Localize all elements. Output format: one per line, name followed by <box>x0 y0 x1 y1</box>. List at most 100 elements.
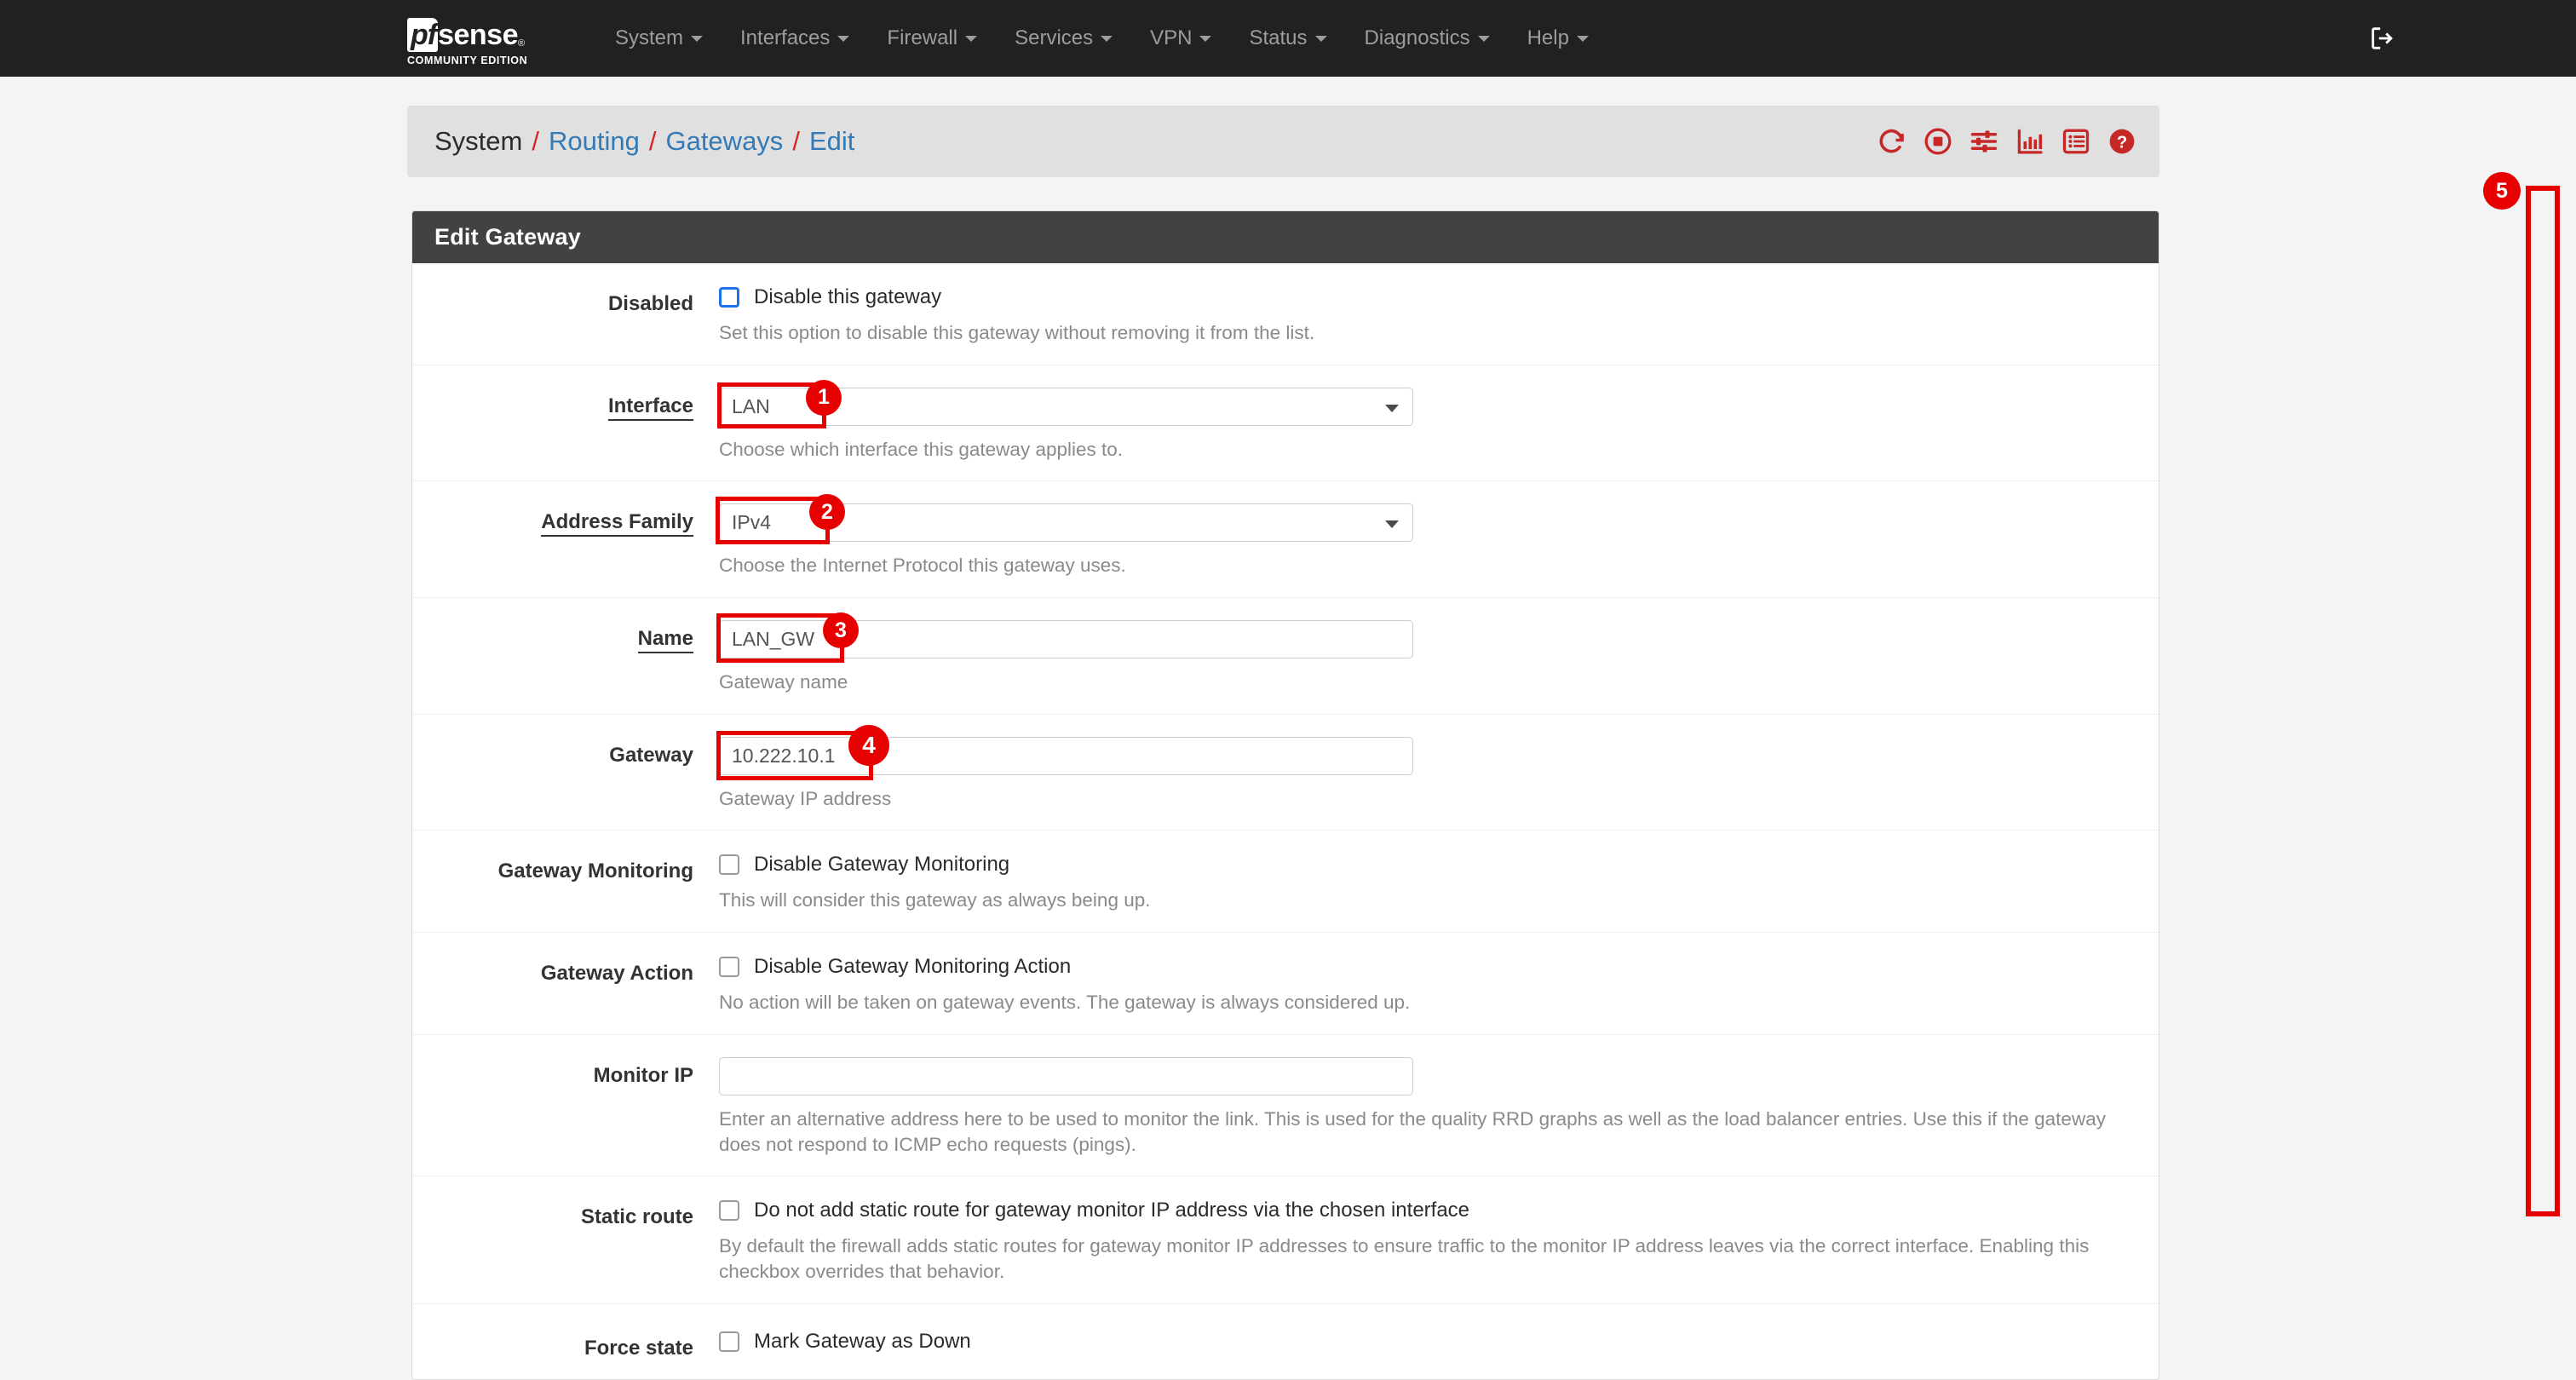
help-gateway-action: No action will be taken on gateway event… <box>719 992 1411 1014</box>
help-static-route: By default the firewall adds static rout… <box>719 1235 2090 1282</box>
field-force-state: Mark Gateway as Down <box>719 1330 2159 1360</box>
gateway-ip-input[interactable]: 10.222.10.1 <box>719 736 1413 775</box>
nav-item-label: Diagnostics <box>1364 26 1470 49</box>
form-row-static-route: Static route Do not add static route for… <box>412 1176 2159 1304</box>
field-gateway-action: Disable Gateway Monitoring Action No act… <box>719 955 2159 1015</box>
help-gateway-monitoring: This will consider this gateway as alway… <box>719 889 1151 911</box>
label-static-route: Static route <box>580 1205 693 1229</box>
disable-gateway-checkbox-label[interactable]: Disable this gateway <box>754 285 941 309</box>
field-name: LAN_GW 3 Gateway name <box>716 612 2159 695</box>
nav-item-help[interactable]: Help <box>1509 0 1607 77</box>
nav-item-firewall[interactable]: Firewall <box>868 0 996 77</box>
help-interface: Choose which interface this gateway appl… <box>719 438 1124 460</box>
navbar-menu: System Interfaces Firewall Services VPN … <box>596 0 1607 77</box>
field-interface: LAN 1 Choose which interface this gatewa… <box>717 379 2159 463</box>
nav-item-status[interactable]: Status <box>1230 0 1345 77</box>
static-route-checkbox[interactable] <box>719 1200 739 1222</box>
nav-item-interfaces[interactable]: Interfaces <box>722 0 868 77</box>
disable-gateway-monitoring-label[interactable]: Disable Gateway Monitoring <box>754 853 1009 877</box>
address-family-select[interactable]: IPv4 <box>719 503 1413 543</box>
restart-refresh-icon[interactable] <box>1877 126 1907 157</box>
form-row-gateway: Gateway 10.222.10.1 4 Gateway IP address <box>412 715 2159 831</box>
nav-item-services[interactable]: Services <box>996 0 1131 77</box>
help-gateway: Gateway IP address <box>719 787 892 809</box>
chevron-down-icon <box>1199 35 1212 42</box>
field-disabled: Disable this gateway Set this option to … <box>719 285 2159 346</box>
mark-gateway-down-label[interactable]: Mark Gateway as Down <box>754 1330 971 1354</box>
breadcrumb-separator: / <box>648 126 657 156</box>
nav-item-diagnostics[interactable]: Diagnostics <box>1346 0 1509 77</box>
field-gateway: 10.222.10.1 4 Gateway IP address <box>716 724 2159 812</box>
field-monitor-ip: Enter an alternative address here to be … <box>719 1056 2159 1157</box>
help-question-icon[interactable]: ? <box>2107 126 2137 157</box>
gateway-name-value: LAN_GW <box>732 628 815 651</box>
label-force-state: Force state <box>584 1336 693 1360</box>
label-gateway-action: Gateway Action <box>540 962 693 986</box>
label-address-family: Address Family <box>412 503 719 578</box>
brand-sense-text: sense <box>438 18 518 51</box>
help-address-family: Choose the Internet Protocol this gatewa… <box>719 555 1126 577</box>
interface-select[interactable]: LAN <box>719 387 1413 426</box>
checkbox-line-disabled: Disable this gateway <box>719 285 2125 309</box>
breadcrumb-toolbar: ? <box>1877 126 2159 157</box>
sliders-settings-icon[interactable] <box>1969 126 1999 157</box>
field-static-route: Do not add static route for gateway moni… <box>719 1199 2159 1284</box>
brand-pf-mark: pf <box>407 17 439 52</box>
annotation-box-5 <box>2526 186 2560 1216</box>
mark-gateway-down-checkbox[interactable] <box>719 1331 739 1352</box>
breadcrumb-items: System / Routing / Gateways / Edit <box>407 126 854 157</box>
breadcrumb-separator: / <box>792 126 800 156</box>
breadcrumb-item-edit[interactable]: Edit <box>809 126 854 157</box>
chevron-down-icon <box>965 35 978 42</box>
nav-item-label: Interfaces <box>740 26 831 49</box>
brand-registered-mark: ® <box>518 37 526 49</box>
address-family-select-value: IPv4 <box>732 511 772 534</box>
monitor-ip-input[interactable] <box>719 1056 1413 1095</box>
disable-gateway-monitoring-action-checkbox[interactable] <box>719 957 739 978</box>
form-row-gateway-monitoring: Gateway Monitoring Disable Gateway Monit… <box>412 831 2159 934</box>
checkbox-line-gateway-monitoring: Disable Gateway Monitoring <box>719 853 2125 877</box>
nav-item-label: Services <box>1015 26 1094 49</box>
bar-chart-icon[interactable] <box>2015 126 2045 157</box>
brand-logo-row: pf sense ® <box>407 17 526 52</box>
svg-text:?: ? <box>2117 134 2127 152</box>
nav-item-system[interactable]: System <box>596 0 722 77</box>
field-gateway-monitoring: Disable Gateway Monitoring This will con… <box>719 853 2159 913</box>
chevron-down-icon <box>1385 404 1399 412</box>
brand-subtitle: COMMUNITY EDITION <box>407 54 528 66</box>
nav-item-label: Status <box>1249 26 1308 49</box>
list-view-icon[interactable] <box>2061 126 2091 157</box>
checkbox-line-gateway-action: Disable Gateway Monitoring Action <box>719 955 2125 979</box>
breadcrumb-separator: / <box>532 126 539 156</box>
static-route-checkbox-label[interactable]: Do not add static route for gateway moni… <box>754 1199 1469 1222</box>
gateway-ip-value: 10.222.10.1 <box>732 744 836 767</box>
chevron-down-icon <box>691 35 704 42</box>
breadcrumb: System / Routing / Gateways / Edit ? <box>407 106 2159 177</box>
disable-gateway-checkbox[interactable] <box>719 287 739 308</box>
disable-gateway-monitoring-checkbox[interactable] <box>719 854 739 876</box>
logout-icon[interactable] <box>2368 24 2397 53</box>
panel-title: Edit Gateway <box>412 211 2159 263</box>
edit-gateway-panel: Edit Gateway Disabled Disable this gatew… <box>411 210 2159 1380</box>
chevron-down-icon <box>1101 35 1113 42</box>
nav-item-label: Help <box>1527 26 1569 49</box>
label-name: Name <box>412 620 719 695</box>
field-address-family: IPv4 2 Choose the Internet Protocol this… <box>716 494 2159 578</box>
label-disabled: Disabled <box>607 292 693 315</box>
gateway-name-input[interactable]: LAN_GW <box>719 620 1413 659</box>
checkbox-line-force-state: Mark Gateway as Down <box>719 1330 2125 1354</box>
breadcrumb-item-routing[interactable]: Routing <box>549 126 640 157</box>
breadcrumb-item-gateways[interactable]: Gateways <box>665 126 783 157</box>
stop-record-icon[interactable] <box>1923 126 1953 157</box>
breadcrumb-item-system: System <box>434 126 523 156</box>
chevron-down-icon <box>1576 35 1589 42</box>
annotation-badge-5: 5 <box>2483 172 2521 210</box>
form-row-monitor-ip: Monitor IP Enter an alternative address … <box>412 1035 2159 1177</box>
nav-item-vpn[interactable]: VPN <box>1131 0 1230 77</box>
form-row-force-state: Force state Mark Gateway as Down <box>412 1304 2159 1379</box>
form-row-name: Name LAN_GW 3 Gateway name <box>412 598 2159 715</box>
form-row-disabled: Disabled Disable this gateway Set this o… <box>412 263 2159 365</box>
disable-gateway-monitoring-action-label[interactable]: Disable Gateway Monitoring Action <box>754 955 1071 979</box>
pfsense-logo[interactable]: pf sense ® COMMUNITY EDITION <box>407 0 578 77</box>
interface-select-value: LAN <box>732 394 770 417</box>
